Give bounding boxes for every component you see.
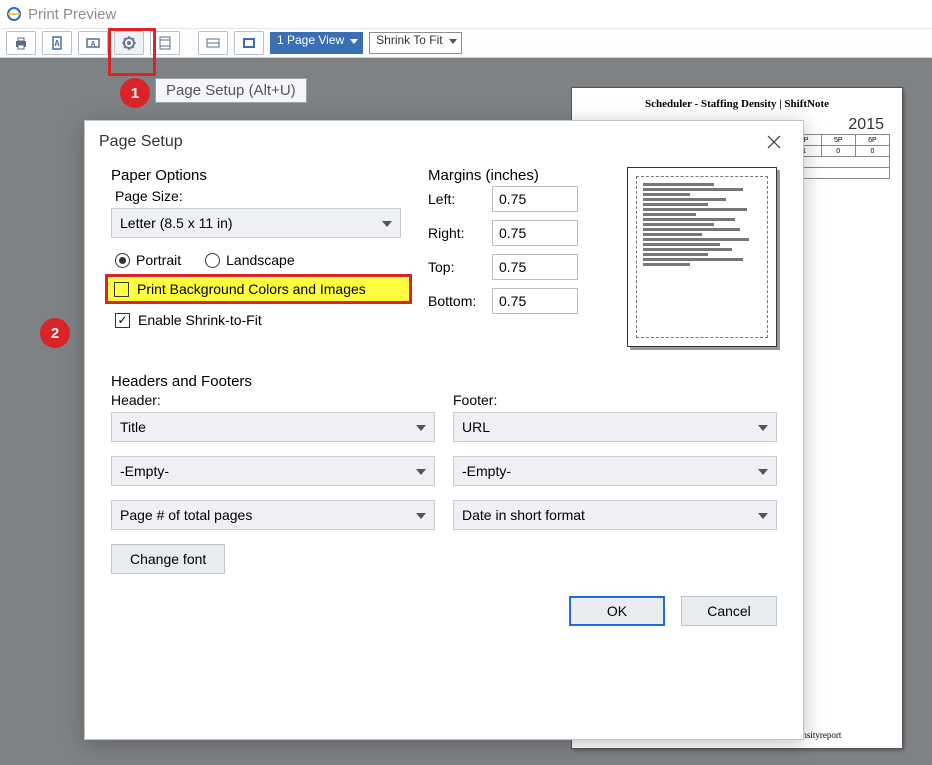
header-3-value: Page # of total pages: [120, 507, 252, 523]
annotation-highlight-2: Print Background Colors and Images: [105, 274, 412, 304]
header-2-value: -Empty-: [120, 463, 169, 479]
page-size-label: Page Size:: [115, 188, 406, 204]
page-size-value: Letter (8.5 x 11 in): [120, 215, 233, 231]
margin-left-label: Left:: [428, 191, 484, 207]
caret-down-icon: [758, 425, 768, 431]
full-width-button[interactable]: [198, 31, 228, 55]
page-setup-dialog: Page Setup Paper Options Page Size: Lett…: [84, 120, 804, 740]
footer-2-select[interactable]: -Empty-: [453, 456, 777, 486]
print-background-checkbox[interactable]: Print Background Colors and Images: [114, 281, 403, 297]
margins-label: Margins (inches): [428, 167, 605, 184]
footer-3-value: Date in short format: [462, 507, 585, 523]
print-background-label: Print Background Colors and Images: [137, 281, 366, 297]
caret-down-icon: [449, 39, 457, 44]
footer-1-select[interactable]: URL: [453, 412, 777, 442]
window-title: Print Preview: [28, 6, 116, 23]
page-setup-tooltip: Page Setup (Alt+U): [155, 78, 307, 103]
annotation-badge-1: 1: [120, 78, 150, 108]
margin-bottom-label: Bottom:: [428, 293, 484, 309]
paper-options-label: Paper Options: [111, 167, 406, 184]
margin-bottom-input[interactable]: [492, 288, 578, 314]
cancel-button[interactable]: Cancel: [681, 596, 777, 626]
preview-header: Scheduler - Staffing Density | ShiftNote: [584, 98, 890, 110]
print-button[interactable]: [6, 31, 36, 55]
page-size-select[interactable]: Letter (8.5 x 11 in): [111, 208, 401, 238]
svg-text:A: A: [54, 39, 60, 48]
landscape-label: Landscape: [226, 252, 295, 268]
margin-right-input[interactable]: [492, 220, 578, 246]
header-3-select[interactable]: Page # of total pages: [111, 500, 435, 530]
header-2-select[interactable]: -Empty-: [111, 456, 435, 486]
portrait-label: Portrait: [136, 252, 181, 268]
ok-button[interactable]: OK: [569, 596, 665, 626]
footer-1-value: URL: [462, 419, 490, 435]
portrait-button[interactable]: A: [42, 31, 72, 55]
caret-down-icon: [758, 469, 768, 475]
caret-down-icon: [758, 513, 768, 519]
header-1-select[interactable]: Title: [111, 412, 435, 442]
change-font-label: Change font: [130, 551, 206, 567]
dialog-title: Page Setup: [99, 133, 183, 151]
page-view-value: 1 Page View: [277, 33, 344, 47]
page-view-select[interactable]: 1 Page View: [270, 32, 363, 54]
footer-3-select[interactable]: Date in short format: [453, 500, 777, 530]
checkbox-on-icon: ✓: [115, 313, 130, 328]
landscape-button[interactable]: A: [78, 31, 108, 55]
ie-icon: [6, 6, 22, 22]
margin-top-input[interactable]: [492, 254, 578, 280]
headers-footers-label: Headers and Footers: [111, 373, 777, 390]
svg-text:A: A: [90, 41, 95, 48]
footer-label: Footer:: [453, 392, 777, 408]
caret-down-icon: [416, 425, 426, 431]
margin-left-input[interactable]: [492, 186, 578, 212]
shrink-to-fit-checkbox[interactable]: ✓ Enable Shrink-to-Fit: [115, 312, 406, 328]
toolbar: A A 1 Page View Shrink To Fit: [0, 28, 932, 58]
margin-top-label: Top:: [428, 259, 484, 275]
headers-toggle-button[interactable]: [150, 31, 180, 55]
page-thumbnail: [627, 167, 777, 347]
page-setup-button[interactable]: [114, 31, 144, 55]
dialog-titlebar: Page Setup: [85, 121, 803, 163]
caret-down-icon: [416, 513, 426, 519]
caret-down-icon: [350, 39, 358, 44]
caret-down-icon: [416, 469, 426, 475]
dialog-close-button[interactable]: [759, 127, 789, 157]
checkbox-off-icon: [114, 282, 129, 297]
margin-right-label: Right:: [428, 225, 484, 241]
zoom-select[interactable]: Shrink To Fit: [369, 32, 461, 54]
zoom-value: Shrink To Fit: [376, 33, 442, 47]
footer-2-value: -Empty-: [462, 463, 511, 479]
caret-down-icon: [382, 221, 392, 227]
orientation-portrait-radio[interactable]: Portrait: [115, 252, 181, 268]
full-page-button[interactable]: [234, 31, 264, 55]
shrink-label: Enable Shrink-to-Fit: [138, 312, 262, 328]
radio-on-icon: [115, 253, 130, 268]
ok-label: OK: [607, 603, 627, 619]
change-font-button[interactable]: Change font: [111, 544, 225, 574]
header-label: Header:: [111, 392, 435, 408]
annotation-badge-2: 2: [40, 318, 70, 348]
cancel-label: Cancel: [707, 603, 751, 619]
header-1-value: Title: [120, 419, 146, 435]
orientation-landscape-radio[interactable]: Landscape: [205, 252, 295, 268]
window-titlebar: Print Preview: [0, 0, 932, 28]
radio-off-icon: [205, 253, 220, 268]
